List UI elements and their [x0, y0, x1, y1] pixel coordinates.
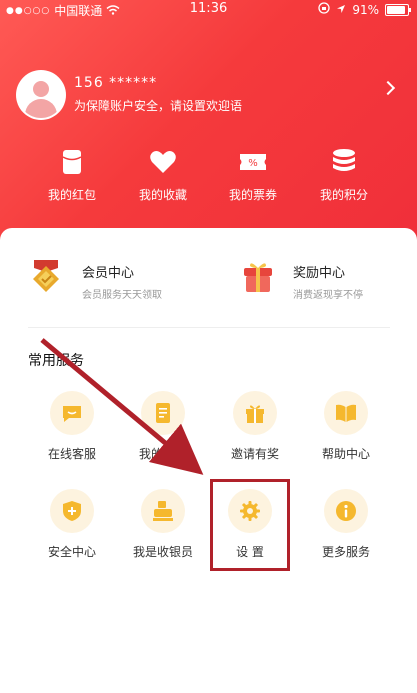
annotation-highlight-box: [210, 479, 290, 571]
annotation-arrow: [40, 338, 204, 475]
